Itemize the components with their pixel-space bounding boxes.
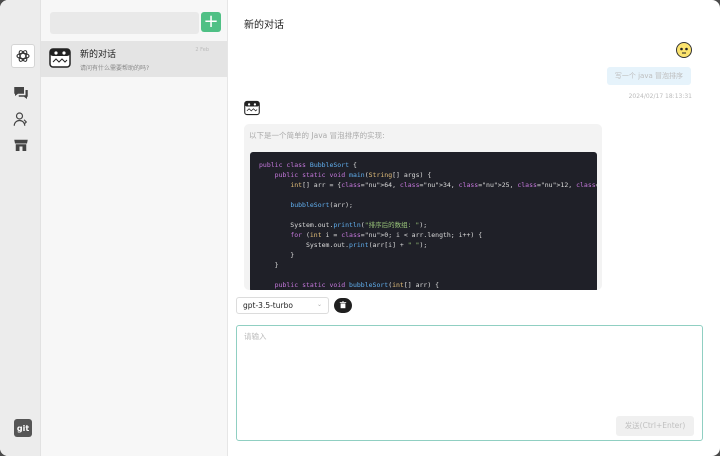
chat-panel: 新的对话 写一个 java 冒泡排序 2024/02/17 18:13:31 以… [228, 0, 720, 456]
conversation-list: + 新的对话 请问有什么需要帮助的吗? 2 Feb [41, 0, 228, 456]
trash-icon [339, 301, 347, 309]
conversation-item[interactable]: 新的对话 请问有什么需要帮助的吗? 2 Feb [41, 41, 227, 77]
icon-sidebar: git [0, 0, 41, 456]
user-message: 写一个 java 冒泡排序 [606, 67, 691, 85]
conversation-subtitle: 请问有什么需要帮助的吗? [80, 65, 150, 72]
git-icon[interactable]: git [14, 419, 32, 437]
code-content: public class BubbleSort { public static … [259, 161, 597, 289]
model-select[interactable]: gpt-3.5-turbo ⌄ [236, 297, 329, 314]
openai-logo-icon[interactable] [11, 44, 35, 68]
conversation-title: 新的对话 [80, 50, 117, 60]
conversation-time: 2 Feb [195, 47, 209, 53]
user-switch-icon[interactable] [10, 108, 32, 130]
assistant-message: 以下是一个简单的 Java 冒泡排序的实现: public class Bubb… [244, 124, 602, 290]
app-window: git + 新的对话 请问有什么需要帮助的吗? 2 Feb 新的对话 写一个 j… [0, 0, 720, 456]
add-conversation-button[interactable]: + [201, 12, 221, 32]
send-button[interactable]: 发送(Ctrl+Enter) [616, 416, 694, 436]
assistant-avatar-icon [244, 100, 260, 116]
clear-chat-button[interactable] [334, 298, 352, 313]
message-input-placeholder: 请输入 [244, 332, 267, 341]
user-avatar-icon [676, 42, 692, 58]
git-label: git [16, 423, 30, 433]
chevron-down-icon: ⌄ [316, 301, 322, 308]
robot-avatar-icon [49, 47, 71, 69]
chat-bubbles-icon[interactable] [10, 82, 32, 104]
code-block: public class BubbleSort { public static … [250, 152, 597, 290]
store-icon[interactable] [10, 134, 32, 156]
search-input[interactable] [50, 12, 199, 34]
assistant-intro-text: 以下是一个简单的 Java 冒泡排序的实现: [249, 131, 385, 140]
user-message-time: 2024/02/17 18:13:31 [628, 93, 692, 100]
model-select-value: gpt-3.5-turbo [243, 301, 293, 310]
message-input[interactable]: 请输入 发送(Ctrl+Enter) [236, 325, 703, 441]
page-title: 新的对话 [244, 20, 284, 31]
